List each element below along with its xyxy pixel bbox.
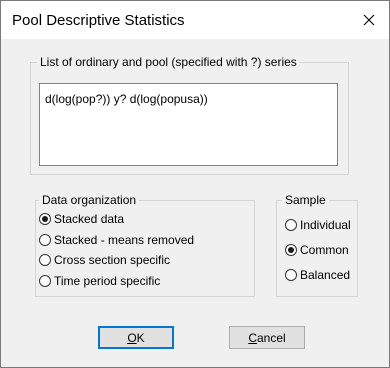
sample-group: Sample Individual Common Balanced (276, 193, 358, 297)
close-icon (363, 14, 375, 26)
radio-stacked-means-removed[interactable]: Stacked - means removed (39, 233, 194, 247)
ok-button[interactable]: OK (98, 326, 174, 349)
radio-unselected-icon (39, 254, 51, 266)
radio-stacked-data-label: Stacked data (54, 212, 125, 226)
series-group: List of ordinary and pool (specified wit… (30, 55, 349, 175)
data-organization-label: Data organization (39, 193, 140, 208)
radio-selected-icon (285, 244, 297, 256)
data-organization-group: Data organization Stacked data Stacked -… (35, 193, 255, 297)
dialog-title: Pool Descriptive Statistics (12, 12, 185, 29)
cancel-button[interactable]: Cancel (229, 326, 305, 349)
cancel-label-rest: ancel (256, 330, 286, 345)
cancel-mnemonic: C (248, 330, 257, 345)
radio-time-period-specific-label: Time period specific (54, 274, 161, 288)
dialog-window: Pool Descriptive Statistics List of ordi… (0, 0, 390, 368)
radio-cross-section-specific[interactable]: Cross section specific (39, 253, 170, 267)
radio-unselected-icon (285, 219, 297, 231)
radio-unselected-icon (39, 275, 51, 287)
radio-balanced[interactable]: Balanced (285, 268, 350, 282)
radio-balanced-label: Balanced (300, 268, 351, 282)
radio-stacked-means-removed-label: Stacked - means removed (54, 233, 195, 247)
radio-individual[interactable]: Individual (285, 218, 351, 232)
sample-label: Sample (282, 193, 329, 208)
title-bar: Pool Descriptive Statistics (1, 1, 389, 39)
series-group-label: List of ordinary and pool (specified wit… (37, 55, 300, 70)
close-button[interactable] (349, 1, 389, 39)
radio-unselected-icon (39, 234, 51, 246)
radio-stacked-data[interactable]: Stacked data (39, 212, 124, 226)
radio-individual-label: Individual (300, 218, 351, 232)
series-input-value: d(log(pop?)) y? d(log(popusa)) (45, 92, 208, 106)
ok-mnemonic: O (127, 330, 137, 345)
radio-common-label: Common (300, 243, 349, 257)
radio-time-period-specific[interactable]: Time period specific (39, 274, 160, 288)
radio-selected-icon (39, 213, 51, 225)
radio-unselected-icon (285, 269, 297, 281)
series-input[interactable]: d(log(pop?)) y? d(log(popusa)) (39, 83, 338, 166)
ok-label-rest: K (136, 330, 145, 345)
radio-common[interactable]: Common (285, 243, 349, 257)
radio-cross-section-specific-label: Cross section specific (54, 253, 171, 267)
